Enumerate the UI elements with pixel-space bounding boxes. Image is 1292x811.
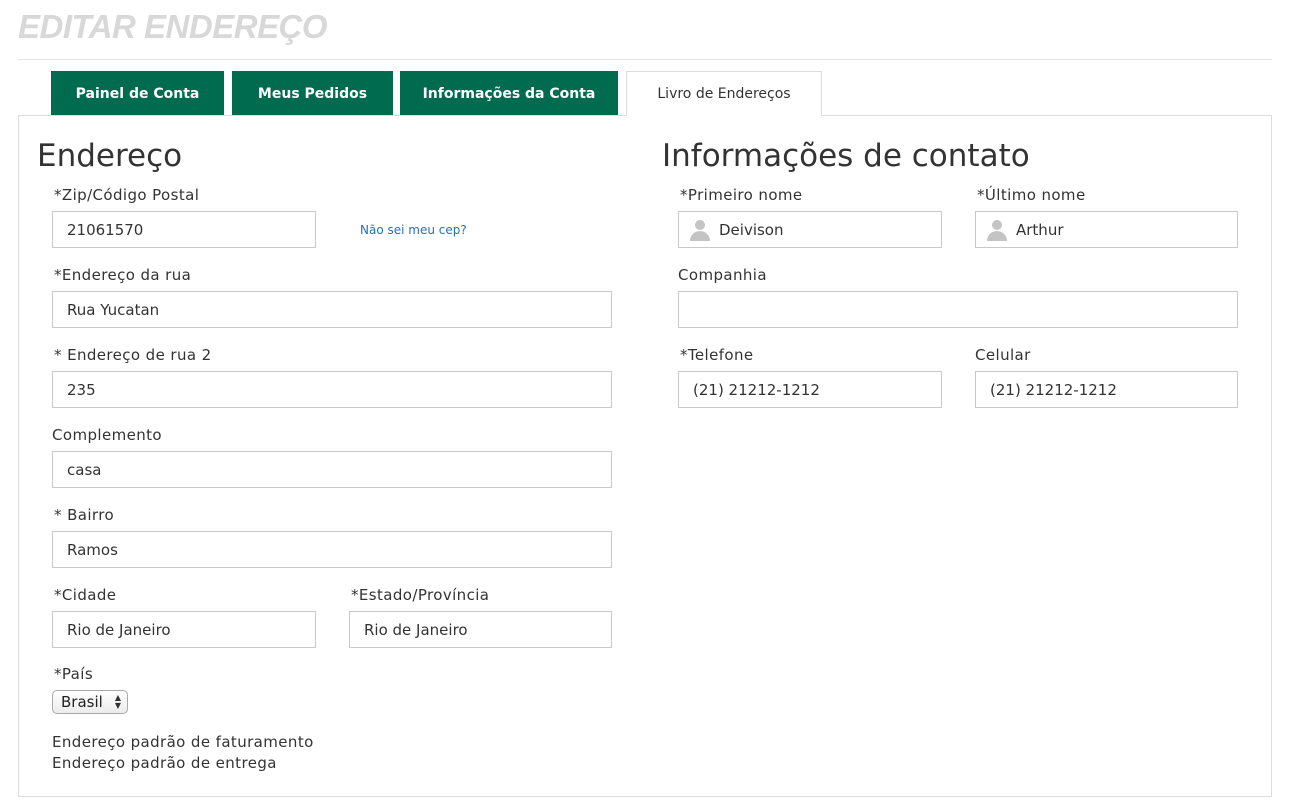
first-name-value: Deivison bbox=[719, 220, 784, 239]
mobile-label: Celular bbox=[975, 346, 1031, 364]
street2-input[interactable]: 235 bbox=[52, 371, 612, 408]
street-input[interactable]: Rua Yucatan bbox=[52, 291, 612, 328]
contact-heading: Informações de contato bbox=[662, 138, 1030, 174]
state-value: Rio de Janeiro bbox=[364, 620, 468, 639]
company-label: Companhia bbox=[678, 266, 767, 284]
tab-my-orders[interactable]: Meus Pedidos bbox=[232, 71, 393, 116]
country-select[interactable]: Brasil ▲ ▼ bbox=[52, 690, 128, 714]
zip-help-link[interactable]: Não sei meu cep? bbox=[360, 223, 467, 237]
last-name-label: *Último nome bbox=[977, 186, 1086, 204]
mobile-input[interactable]: (21) 21212-1212 bbox=[975, 371, 1238, 408]
select-arrows-icon: ▲ ▼ bbox=[114, 693, 121, 710]
street-label: *Endereço da rua bbox=[54, 266, 192, 284]
city-value: Rio de Janeiro bbox=[67, 620, 171, 639]
title-divider bbox=[18, 59, 1272, 60]
country-selected: Brasil bbox=[61, 693, 103, 711]
tab-account-dashboard[interactable]: Painel de Conta bbox=[51, 71, 224, 116]
page-title: EDITAR ENDEREÇO bbox=[18, 8, 328, 45]
first-name-label: *Primeiro nome bbox=[680, 186, 803, 204]
country-label: *País bbox=[54, 665, 94, 683]
default-billing-text: Endereço padrão de faturamento bbox=[52, 733, 314, 751]
zip-label: *Zip/Código Postal bbox=[54, 186, 200, 204]
last-name-value: Arthur bbox=[1016, 220, 1064, 239]
phone-value: (21) 21212-1212 bbox=[693, 380, 820, 399]
state-label: *Estado/Província bbox=[351, 586, 490, 604]
tab-account-information[interactable]: Informações da Conta bbox=[400, 71, 618, 116]
complement-value: casa bbox=[67, 460, 102, 479]
company-input[interactable] bbox=[678, 291, 1238, 328]
state-input[interactable]: Rio de Janeiro bbox=[349, 611, 612, 648]
street2-label: * Endereço de rua 2 bbox=[54, 346, 212, 364]
neighborhood-input[interactable]: Ramos bbox=[52, 531, 612, 568]
complement-label: Complemento bbox=[52, 426, 162, 444]
street-value: Rua Yucatan bbox=[67, 300, 160, 319]
zip-value: 21061570 bbox=[67, 220, 144, 239]
city-label: *Cidade bbox=[54, 586, 117, 604]
city-input[interactable]: Rio de Janeiro bbox=[52, 611, 316, 648]
mobile-value: (21) 21212-1212 bbox=[990, 380, 1117, 399]
default-shipping-text: Endereço padrão de entrega bbox=[52, 754, 277, 772]
last-name-input[interactable]: Arthur bbox=[975, 211, 1238, 248]
address-heading: Endereço bbox=[37, 138, 183, 174]
tab-address-book[interactable]: Livro de Endereços bbox=[626, 71, 822, 116]
complement-input[interactable]: casa bbox=[52, 451, 612, 488]
phone-label: *Telefone bbox=[680, 346, 754, 364]
neighborhood-value: Ramos bbox=[67, 540, 118, 559]
zip-input[interactable]: 21061570 bbox=[52, 211, 316, 248]
street2-value: 235 bbox=[67, 380, 96, 399]
person-icon bbox=[689, 219, 711, 241]
person-icon bbox=[986, 219, 1008, 241]
first-name-input[interactable]: Deivison bbox=[678, 211, 942, 248]
neighborhood-label: * Bairro bbox=[54, 506, 115, 524]
phone-input[interactable]: (21) 21212-1212 bbox=[678, 371, 942, 408]
